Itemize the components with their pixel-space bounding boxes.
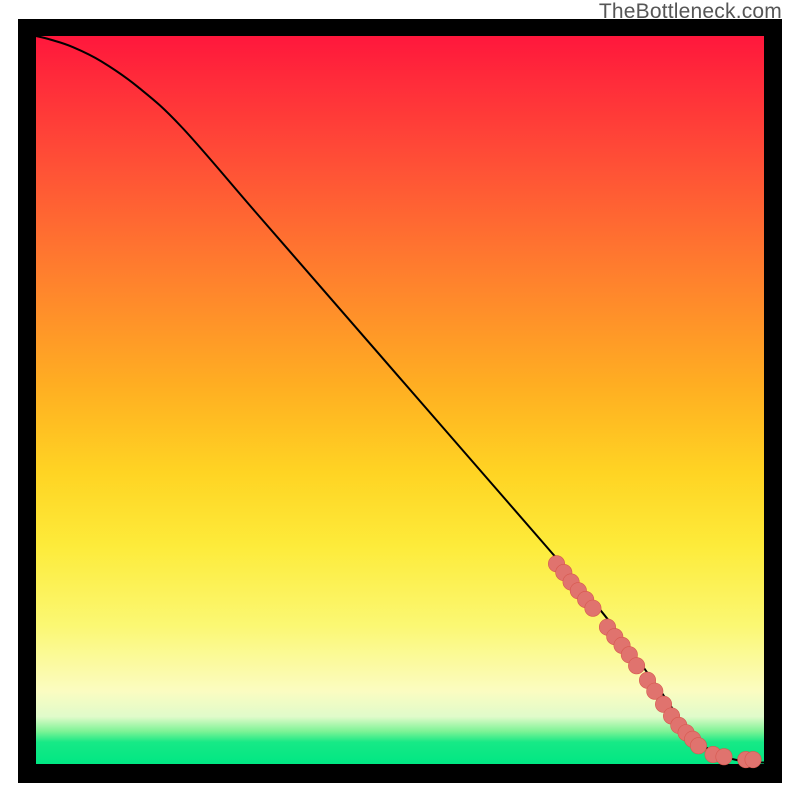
chart-plot-area bbox=[36, 36, 764, 764]
data-marker bbox=[716, 749, 732, 765]
data-marker bbox=[628, 658, 644, 674]
data-marker bbox=[745, 751, 761, 767]
data-markers bbox=[548, 556, 761, 768]
chart-svg bbox=[36, 36, 764, 764]
curve-line bbox=[36, 36, 764, 763]
data-marker bbox=[585, 600, 601, 616]
data-marker bbox=[690, 738, 706, 754]
